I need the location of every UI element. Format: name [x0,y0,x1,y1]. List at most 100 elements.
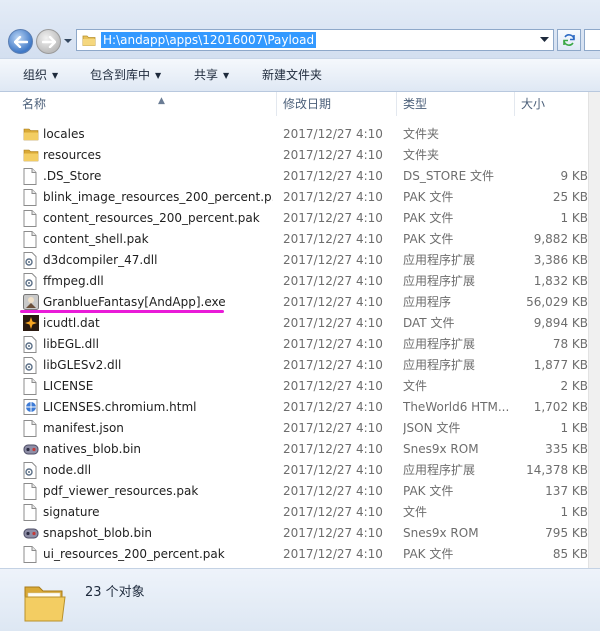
address-path[interactable]: H:\andapp\apps\12016007\Payload [101,32,317,48]
table-row[interactable]: libGLESv2.dll 2017/12/27 4:10 应用程序扩展 1,877 … [0,355,588,376]
file-name: snapshot_blob.bin [43,526,153,540]
dll-icon [23,357,39,374]
dll-icon [23,273,39,290]
table-row[interactable]: signature 2017/12/27 4:10 文件 1 KB [0,502,588,523]
table-row[interactable]: LICENSES.chromium.html 2017/12/27 4:10 The… [0,397,588,418]
file-type: 文件夹 [403,127,440,141]
back-button[interactable] [8,29,33,54]
refresh-button[interactable] [557,29,581,51]
file-name: natives_blob.bin [43,442,142,456]
file-type: 应用程序扩展 [403,337,476,351]
table-row[interactable]: ui_resources_200_percent.pak 2017/12/27 4… [0,544,588,564]
table-row[interactable]: blink_image_resources_200_percent.p... 20… [0,187,588,208]
file-type: PAK 文件 [403,211,454,225]
file-name: locales [43,127,85,141]
new-folder-button[interactable]: 新建文件夹 [262,59,322,91]
new-folder-label: 新建文件夹 [262,68,323,82]
search-input[interactable] [584,29,600,51]
file-modified: 2017/12/27 4:10 [283,421,383,435]
rom-icon [23,525,39,542]
table-row[interactable]: snapshot_blob.bin 2017/12/27 4:10 Snes9x R… [0,523,588,544]
file-size: 25 KB [552,190,588,204]
file-modified: 2017/12/27 4:10 [283,190,383,204]
file-modified: 2017/12/27 4:10 [283,295,383,309]
address-field[interactable]: H:\andapp\apps\12016007\Payload [76,29,554,51]
command-bar: 组织 ▼ 包含到库中 ▼ 共享 ▼ 新建文件夹 [0,59,600,92]
dat-icon [23,315,39,332]
file-size: 1 KB [560,211,588,225]
table-row[interactable]: libEGL.dll 2017/12/27 4:10 应用程序扩展 78 KB [0,334,588,355]
file-name: .DS_Store [43,169,102,183]
file-name: blink_image_resources_200_percent.p... [43,190,273,204]
sort-ascending-icon: ▲ [158,96,165,106]
vertical-scrollbar[interactable] [588,92,600,568]
file-icon [23,168,39,185]
file-size: 14,378 KB [526,463,588,477]
rom-icon [23,441,39,458]
folder-icon [23,126,39,143]
file-size: 1 KB [560,505,588,519]
organize-menu[interactable]: 组织 ▼ [23,59,58,91]
file-name: pdf_viewer_resources.pak [43,484,199,498]
file-modified: 2017/12/27 4:10 [283,337,383,351]
file-modified: 2017/12/27 4:10 [283,400,383,414]
file-type: 应用程序扩展 [403,274,476,288]
file-modified: 2017/12/27 4:10 [283,316,383,330]
column-type[interactable]: 类型 [397,92,515,116]
table-row[interactable]: pdf_viewer_resources.pak 2017/12/27 4:10 P… [0,481,588,502]
column-modified[interactable]: 修改日期 [277,92,397,116]
file-size: 9,882 KB [533,232,588,246]
table-row[interactable]: locales 2017/12/27 4:10 文件夹 [0,124,588,145]
table-row[interactable]: node.dll 2017/12/27 4:10 应用程序扩展 14,378 KB [0,460,588,481]
file-type: Snes9x ROM [403,526,479,540]
file-type: 应用程序 [403,295,452,309]
item-count: 23 个对象 [85,585,145,600]
column-size[interactable]: 大小 [515,92,588,116]
file-type: 文件 [403,379,428,393]
table-row[interactable]: GranblueFantasy[AndApp].exe 2017/12/27 4:… [0,292,588,313]
arrow-left-icon [13,35,28,48]
table-row[interactable]: ffmpeg.dll 2017/12/27 4:10 应用程序扩展 1,832 KB [0,271,588,292]
file-icon [23,231,39,248]
table-row[interactable]: manifest.json 2017/12/27 4:10 JSON 文件 1 KB [0,418,588,439]
table-row[interactable]: natives_blob.bin 2017/12/27 4:10 Snes9x RO… [0,439,588,460]
file-icon [23,504,39,521]
column-name[interactable]: 名称 ▲ [16,92,277,116]
table-row[interactable]: LICENSE 2017/12/27 4:10 文件 2 KB [0,376,588,397]
file-name: libGLESv2.dll [43,358,122,372]
file-modified: 2017/12/27 4:10 [283,211,383,225]
file-size: 3,386 KB [533,253,588,267]
history-dropdown-icon[interactable] [63,36,73,46]
file-type: DAT 文件 [403,316,455,330]
file-name: content_resources_200_percent.pak [43,211,260,225]
dll-icon [23,336,39,353]
file-modified: 2017/12/27 4:10 [283,148,383,162]
file-modified: 2017/12/27 4:10 [283,505,383,519]
file-type: Snes9x ROM [403,442,479,456]
include-library-menu[interactable]: 包含到库中 ▼ [90,59,161,91]
file-type: 应用程序扩展 [403,253,476,267]
table-row[interactable]: resources 2017/12/27 4:10 文件夹 [0,145,588,166]
table-row[interactable]: icudtl.dat 2017/12/27 4:10 DAT 文件 9,894 KB [0,313,588,334]
exe-icon [23,294,39,311]
file-modified: 2017/12/27 4:10 [283,379,383,393]
file-size: 1,832 KB [533,274,588,288]
chevron-down-icon[interactable] [540,37,549,43]
share-menu[interactable]: 共享 ▼ [194,59,229,91]
table-row[interactable]: .DS_Store 2017/12/27 4:10 DS_STORE 文件 9 KB [0,166,588,187]
file-name: libEGL.dll [43,337,99,351]
forward-button[interactable] [36,29,61,54]
column-size-label: 大小 [521,97,546,111]
file-name: manifest.json [43,421,124,435]
table-row[interactable]: content_resources_200_percent.pak 2017/12… [0,208,588,229]
file-size: 85 KB [552,547,588,561]
file-modified: 2017/12/27 4:10 [283,127,383,141]
file-size: 1,702 KB [533,400,588,414]
file-type: PAK 文件 [403,484,454,498]
file-name: ui_resources_200_percent.pak [43,547,225,561]
table-row[interactable]: content_shell.pak 2017/12/27 4:10 PAK 文件 9,… [0,229,588,250]
table-row[interactable]: d3dcompiler_47.dll 2017/12/27 4:10 应用程序扩展 3… [0,250,588,271]
file-name: d3dcompiler_47.dll [43,253,158,267]
file-size: 1 KB [560,421,588,435]
file-name: LICENSE [43,379,94,393]
